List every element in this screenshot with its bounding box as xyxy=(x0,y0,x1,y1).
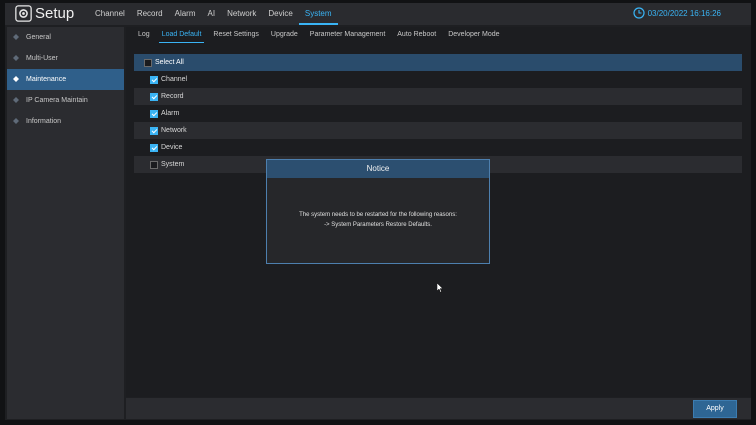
tab-auto-reboot[interactable]: Auto Reboot xyxy=(391,27,442,43)
list-item-channel[interactable]: Channel xyxy=(134,71,742,88)
diamond-icon xyxy=(13,118,19,124)
channel-checkbox[interactable] xyxy=(150,75,158,84)
nav-channel[interactable]: Channel xyxy=(89,3,131,25)
nav-alarm[interactable]: Alarm xyxy=(169,3,202,25)
option-label: Record xyxy=(161,93,184,100)
alarm-checkbox[interactable] xyxy=(150,109,158,118)
notice-title: Notice xyxy=(267,160,489,178)
diamond-icon xyxy=(13,55,19,61)
network-checkbox[interactable] xyxy=(150,126,158,135)
apply-button[interactable]: Apply xyxy=(693,400,737,418)
clock: 03/20/2022 16:16:26 xyxy=(632,7,721,19)
clock-icon xyxy=(632,7,645,19)
diamond-icon xyxy=(13,97,19,103)
nav-network[interactable]: Network xyxy=(221,3,262,25)
nav-device[interactable]: Device xyxy=(262,3,298,25)
select-all-label: Select All xyxy=(155,59,184,66)
system-checkbox[interactable] xyxy=(150,160,158,169)
notice-line-2: -> System Parameters Restore Defaults. xyxy=(324,222,432,228)
footer-bar: Apply xyxy=(126,398,751,419)
list-item-device[interactable]: Device xyxy=(134,139,742,156)
sidebar-item-label: Maintenance xyxy=(26,76,67,83)
device-checkbox[interactable] xyxy=(150,143,158,152)
sidebar-item-label: IP Camera Maintain xyxy=(26,97,88,104)
list-item-network[interactable]: Network xyxy=(134,122,742,139)
sidebar-item-general[interactable]: General xyxy=(7,27,124,48)
gear-icon xyxy=(15,5,32,22)
sidebar-item-maintenance[interactable]: Maintenance xyxy=(7,69,124,90)
list-item-alarm[interactable]: Alarm xyxy=(134,105,742,122)
diamond-icon xyxy=(13,76,19,82)
notice-message: The system needs to be restarted for the… xyxy=(267,210,489,230)
nav-system[interactable]: System xyxy=(298,3,338,25)
sidebar-item-multi-user[interactable]: Multi-User xyxy=(7,48,124,69)
diamond-icon xyxy=(13,34,19,40)
tab-upgrade[interactable]: Upgrade xyxy=(265,27,304,43)
nav-ai[interactable]: AI xyxy=(202,3,222,25)
tab-parameter-management[interactable]: Parameter Management xyxy=(304,27,391,43)
sidebar-item-label: Multi-User xyxy=(26,55,58,62)
mouse-pointer-icon xyxy=(437,283,443,293)
sidebar: General Multi-User Maintenance IP Camera… xyxy=(7,27,124,419)
option-label: Alarm xyxy=(161,110,180,117)
notice-line-1: The system needs to be restarted for the… xyxy=(299,212,457,218)
notice-dialog: Notice The system needs to be restarted … xyxy=(266,159,490,264)
record-checkbox[interactable] xyxy=(150,92,158,101)
tab-reset-settings[interactable]: Reset Settings xyxy=(207,27,265,43)
nav-record[interactable]: Record xyxy=(131,3,169,25)
top-bar: Setup Channel Record Alarm AI Network De… xyxy=(5,3,751,25)
sidebar-item-label: General xyxy=(26,34,51,41)
list-item-record[interactable]: Record xyxy=(134,88,742,105)
tab-load-default[interactable]: Load Default xyxy=(156,27,208,43)
tab-log[interactable]: Log xyxy=(132,27,156,43)
option-label: Device xyxy=(161,144,183,151)
tab-bar: Log Load Default Reset Settings Upgrade … xyxy=(126,27,506,43)
main-nav: Channel Record Alarm AI Network Device S… xyxy=(89,3,338,25)
default-options-list: Select All Channel Record Alarm Network … xyxy=(134,54,742,173)
sidebar-item-information[interactable]: Information xyxy=(7,111,124,132)
datetime-text: 03/20/2022 16:16:26 xyxy=(647,8,721,18)
option-label: Network xyxy=(161,127,187,134)
option-label: System xyxy=(161,161,185,168)
sidebar-item-ip-camera-maintain[interactable]: IP Camera Maintain xyxy=(7,90,124,111)
option-label: Channel xyxy=(161,76,188,83)
select-all-checkbox[interactable] xyxy=(144,58,152,67)
tab-developer-mode[interactable]: Developer Mode xyxy=(442,27,505,43)
select-all-row[interactable]: Select All xyxy=(134,54,742,71)
app-title: Setup xyxy=(35,5,75,22)
sidebar-item-label: Information xyxy=(26,118,62,125)
